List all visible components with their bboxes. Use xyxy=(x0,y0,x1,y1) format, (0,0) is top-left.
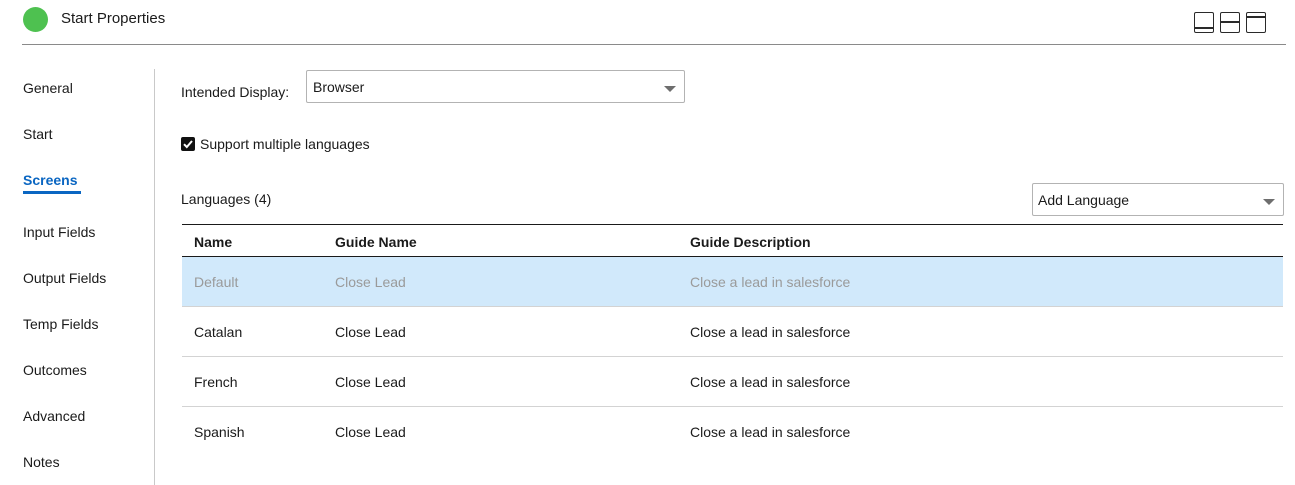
checkmark-icon xyxy=(183,140,193,149)
cell-name: Spanish xyxy=(194,424,245,440)
sidebar-item-general[interactable]: General xyxy=(23,80,73,96)
sidebar-item-outcomes[interactable]: Outcomes xyxy=(23,362,87,378)
sidebar-item-input-fields[interactable]: Input Fields xyxy=(23,224,95,240)
cell-guide-description: Close a lead in salesforce xyxy=(690,324,851,340)
cell-guide-description: Close a lead in salesforce xyxy=(690,424,851,440)
properties-header: Start Properties xyxy=(0,0,1295,45)
table-row[interactable]: French Close Lead Close a lead in salesf… xyxy=(182,357,1283,407)
sidebar-item-output-fields[interactable]: Output Fields xyxy=(23,270,106,286)
cell-name: French xyxy=(194,374,238,390)
cell-guide-name: Close Lead xyxy=(335,274,406,290)
languages-table: Name Guide Name Guide Description Defaul… xyxy=(182,224,1283,457)
sidebar-item-screens[interactable]: Screens xyxy=(23,172,77,188)
cell-guide-description: Close a lead in salesforce xyxy=(690,374,851,390)
cell-name: Catalan xyxy=(194,324,243,340)
sidebar-item-notes[interactable]: Notes xyxy=(23,454,60,470)
chevron-down-icon xyxy=(1263,199,1275,205)
chevron-down-icon xyxy=(664,86,676,92)
sidebar-item-start[interactable]: Start xyxy=(23,126,53,142)
column-header-name[interactable]: Name xyxy=(194,234,232,250)
table-header: Name Guide Name Guide Description xyxy=(182,224,1283,257)
active-tab-indicator xyxy=(23,191,81,194)
support-languages-label[interactable]: Support multiple languages xyxy=(200,136,370,152)
intended-display-select[interactable]: Browser xyxy=(306,70,685,103)
support-languages-checkbox[interactable] xyxy=(181,137,195,151)
add-language-select[interactable]: Add Language xyxy=(1032,183,1284,216)
table-row[interactable]: Spanish Close Lead Close a lead in sales… xyxy=(182,407,1283,457)
table-row[interactable]: Default Close Lead Close a lead in sales… xyxy=(182,257,1283,307)
layout-bottom-panel-icon[interactable] xyxy=(1194,12,1214,33)
cell-guide-description: Close a lead in salesforce xyxy=(690,274,851,290)
sidebar-item-temp-fields[interactable]: Temp Fields xyxy=(23,316,98,332)
sidebar-divider xyxy=(154,69,155,485)
layout-split-panel-icon[interactable] xyxy=(1220,12,1240,33)
add-language-value: Add Language xyxy=(1038,192,1130,208)
table-row[interactable]: Catalan Close Lead Close a lead in sales… xyxy=(182,307,1283,357)
header-divider xyxy=(22,44,1286,45)
cell-guide-name: Close Lead xyxy=(335,324,406,340)
column-header-guide-name[interactable]: Guide Name xyxy=(335,234,417,250)
intended-display-label: Intended Display: xyxy=(181,84,290,100)
layout-top-panel-icon[interactable] xyxy=(1246,12,1266,33)
panel-title: Start Properties xyxy=(61,10,166,27)
sidebar-item-advanced[interactable]: Advanced xyxy=(23,408,85,424)
cell-name: Default xyxy=(194,274,239,290)
cell-guide-name: Close Lead xyxy=(335,374,406,390)
cell-guide-name: Close Lead xyxy=(335,424,406,440)
column-header-guide-description[interactable]: Guide Description xyxy=(690,234,811,250)
languages-heading: Languages (4) xyxy=(181,191,272,207)
intended-display-value: Browser xyxy=(313,79,365,95)
status-indicator-icon xyxy=(23,7,48,32)
